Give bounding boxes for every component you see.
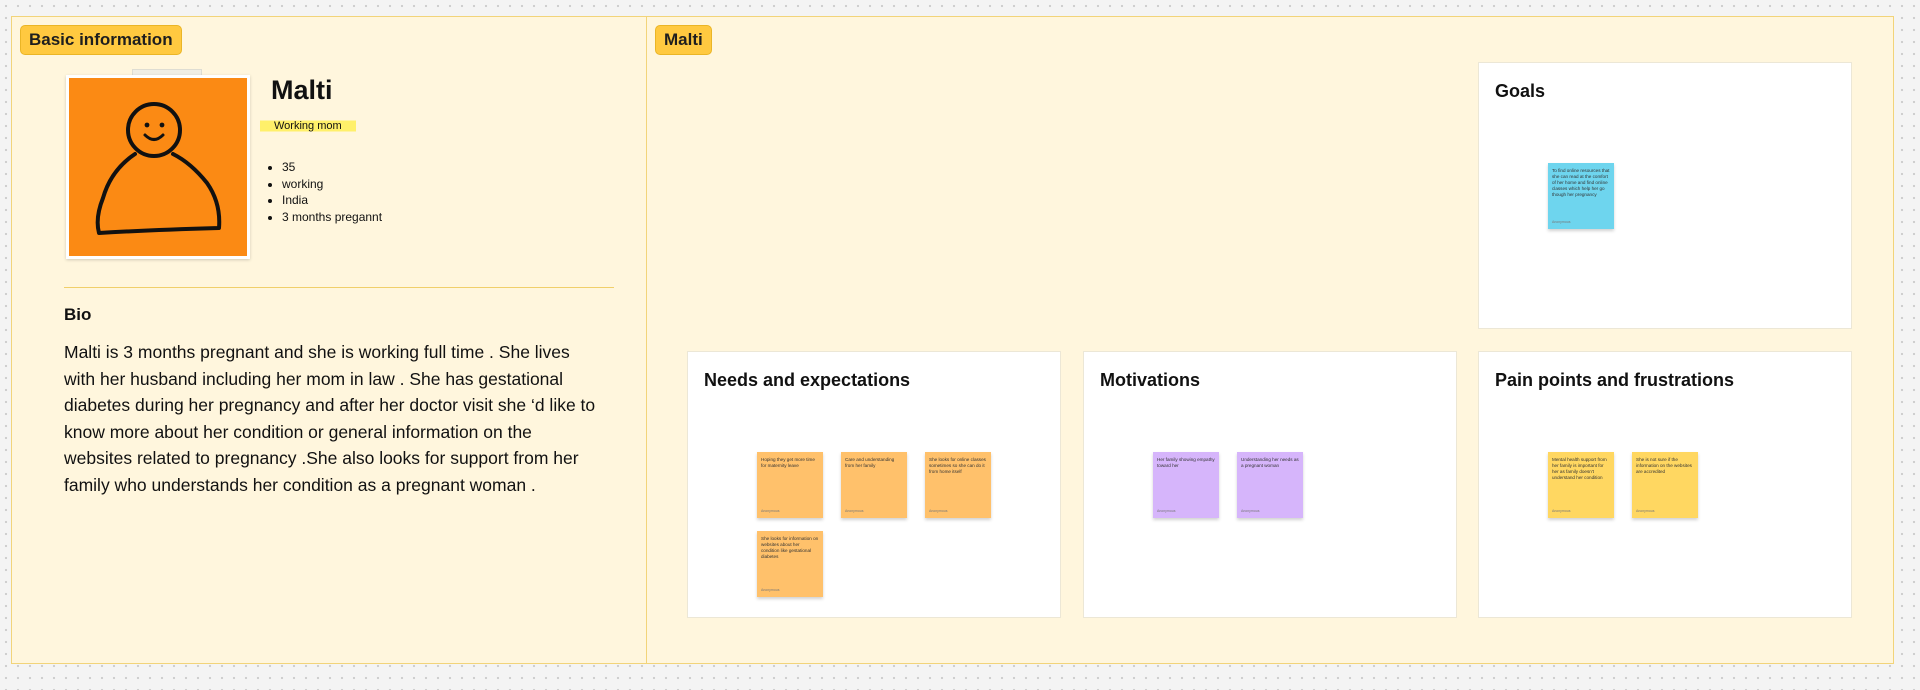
goals-title: Goals: [1495, 81, 1546, 101]
section-label-persona[interactable]: Malti: [655, 25, 712, 55]
fact-item: India: [282, 192, 382, 209]
persona-tag: Working mom: [260, 118, 356, 134]
sticky-note-text: She is not sure if the information on th…: [1636, 457, 1692, 474]
sticky-note[interactable]: She looks for online classes sometimes s…: [925, 452, 991, 518]
sticky-note-author: Anonymous: [761, 588, 780, 592]
motivations-title: Motivations: [1100, 370, 1201, 390]
fact-item: working: [282, 176, 382, 193]
sticky-note[interactable]: Her family showing empathy toward her An…: [1153, 452, 1219, 518]
person-doodle-icon: [95, 102, 222, 235]
sticky-note[interactable]: To find online resources that she can re…: [1548, 163, 1614, 229]
persona-section[interactable]: Malti Goals To find online resources tha…: [646, 16, 1894, 664]
sticky-note-text: Understanding her needs as a pregnant wo…: [1241, 457, 1299, 468]
bio-text[interactable]: Malti is 3 months pregnant and she is wo…: [64, 339, 604, 498]
persona-facts-list: 35 working India 3 months pregannt: [264, 159, 382, 225]
motivations-card[interactable]: Motivations Her family showing empathy t…: [1083, 351, 1457, 618]
sticky-note[interactable]: Understanding her needs as a pregnant wo…: [1237, 452, 1303, 518]
sticky-note-text: Hoping they get more time for maternity …: [761, 457, 815, 468]
sticky-note-author: Anonymous: [845, 509, 864, 513]
needs-title: Needs and expectations: [704, 370, 911, 390]
section-label-basic-information[interactable]: Basic information: [20, 25, 182, 55]
sticky-note-text: Her family showing empathy toward her: [1157, 457, 1215, 468]
avatar-frame[interactable]: [64, 69, 252, 269]
sticky-note[interactable]: Mental health support from her family is…: [1548, 452, 1614, 518]
sticky-note-author: Anonymous: [761, 509, 780, 513]
divider: [64, 287, 614, 288]
persona-name: Malti: [271, 75, 333, 105]
fact-item: 35: [282, 159, 382, 176]
pain-points-card[interactable]: Pain points and frustrations Mental heal…: [1478, 351, 1852, 618]
goals-card[interactable]: Goals To find online resources that she …: [1478, 62, 1852, 329]
sticky-note-author: Anonymous: [1636, 509, 1655, 513]
sticky-note-author: Anonymous: [929, 509, 948, 513]
sticky-note[interactable]: She looks for information on websites ab…: [757, 531, 823, 597]
sticky-note-text: She looks for online classes sometimes s…: [929, 457, 986, 474]
sticky-note-author: Anonymous: [1157, 509, 1176, 513]
sticky-note[interactable]: She is not sure if the information on th…: [1632, 452, 1698, 518]
fact-item: 3 months pregannt: [282, 209, 382, 226]
pain-points-title: Pain points and frustrations: [1495, 370, 1735, 390]
sticky-note-text: Mental health support from her family is…: [1552, 457, 1607, 480]
sticky-note-text: To find online resources that she can re…: [1552, 168, 1610, 197]
sticky-note[interactable]: Hoping they get more time for maternity …: [757, 452, 823, 518]
basic-information-section[interactable]: Basic information Malti Working mom 35 w…: [11, 16, 647, 664]
avatar: [66, 75, 250, 259]
needs-card[interactable]: Needs and expectations Hoping they get m…: [687, 351, 1061, 618]
bio-title: Bio: [64, 305, 92, 324]
sticky-note[interactable]: Care and understanding from her family A…: [841, 452, 907, 518]
sticky-note-text: She looks for information on websites ab…: [761, 536, 819, 559]
sticky-note-author: Anonymous: [1241, 509, 1260, 513]
sticky-note-author: Anonymous: [1552, 509, 1571, 513]
sticky-note-text: Care and understanding from her family: [845, 457, 895, 468]
sticky-note-author: Anonymous: [1552, 220, 1571, 224]
